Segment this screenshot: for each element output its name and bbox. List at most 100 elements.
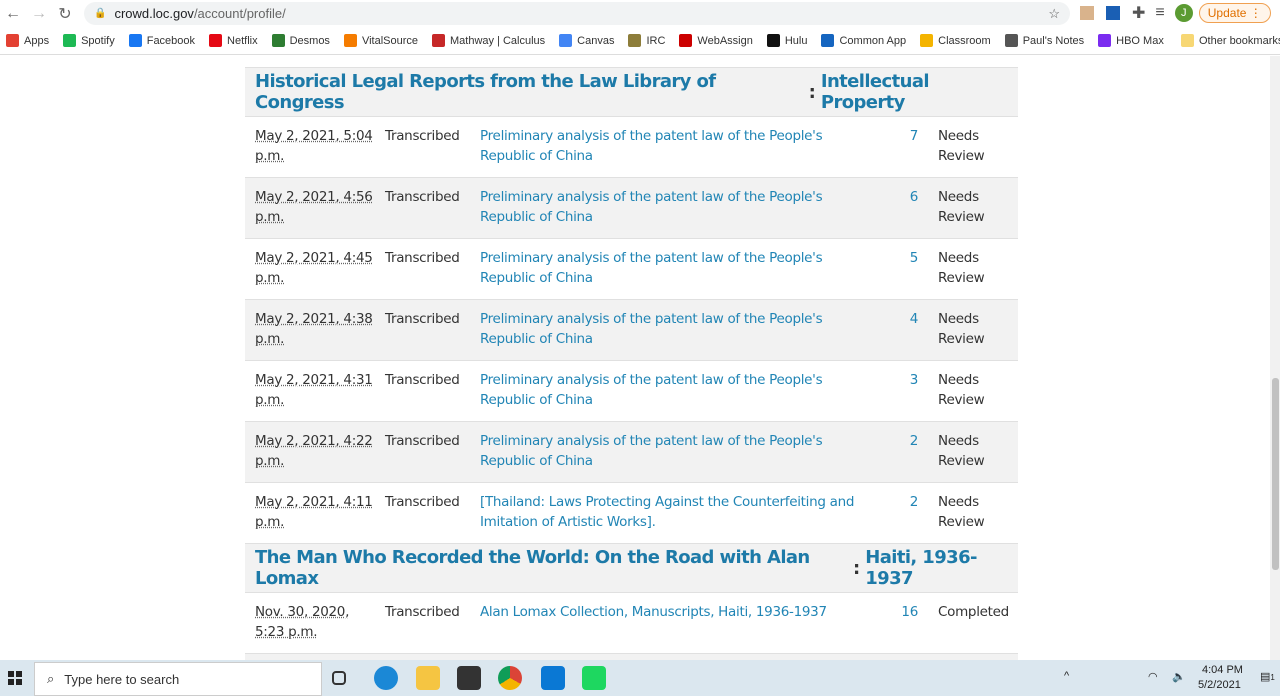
bookmark-label: Canvas bbox=[577, 34, 615, 47]
chevron-up-icon[interactable]: ^ bbox=[1064, 670, 1069, 682]
bookmark-icon bbox=[128, 34, 142, 47]
asset-number-link[interactable]: 3 bbox=[910, 370, 919, 390]
row-date: May 2, 2021, 4:38 p.m. bbox=[255, 311, 373, 347]
bookmark-icon bbox=[63, 34, 77, 47]
scrollbar[interactable] bbox=[1270, 56, 1280, 660]
bookmark-canvas[interactable]: Canvas bbox=[559, 34, 614, 47]
bookmark-hbo-max[interactable]: HBO Max bbox=[1098, 34, 1164, 47]
spotify-app-icon[interactable] bbox=[582, 666, 606, 690]
project-link[interactable]: Haiti, 1936-1937 bbox=[865, 547, 1018, 589]
row-action: Transcribed bbox=[385, 128, 460, 144]
page-content: Historical Legal Reports from the Law Li… bbox=[0, 56, 1270, 660]
taskbar-search-input[interactable]: ⌕ Type here to search bbox=[34, 662, 322, 696]
bookmark-icon bbox=[209, 34, 223, 47]
bookmark-webassign[interactable]: WebAssign bbox=[679, 34, 753, 47]
bookmark-desmos[interactable]: Desmos bbox=[271, 34, 330, 47]
scrollbar-thumb[interactable] bbox=[1272, 378, 1279, 570]
bookmark-label: IRC bbox=[646, 34, 666, 47]
bookmark-classroom[interactable]: Classroom bbox=[920, 34, 991, 47]
star-icon[interactable]: ☆ bbox=[1048, 6, 1060, 22]
bookmarks-bar: Apps Spotify Facebook Netflix Desmos VitalSou… bbox=[0, 27, 1280, 55]
reload-icon[interactable]: ↻ bbox=[52, 4, 78, 24]
bookmark-netflix[interactable]: Netflix bbox=[209, 34, 258, 47]
bookmark-apps[interactable]: Apps bbox=[6, 34, 49, 47]
other-bookmarks[interactable]: Other bookmarks bbox=[1181, 34, 1280, 47]
item-link[interactable]: Alan Lomax Collection, Manuscripts, Hait… bbox=[480, 602, 860, 622]
row-action: Transcribed bbox=[385, 494, 460, 510]
item-link[interactable]: Preliminary analysis of the patent law o… bbox=[480, 431, 860, 471]
item-link[interactable]: [Thailand: Laws Protecting Against the C… bbox=[480, 492, 860, 532]
windows-start-icon[interactable] bbox=[8, 671, 22, 685]
mail-icon[interactable] bbox=[541, 666, 565, 690]
edge-icon[interactable] bbox=[374, 666, 398, 690]
row-date: May 2, 2021, 4:11 p.m. bbox=[255, 494, 373, 530]
asset-number-link[interactable]: 4 bbox=[910, 309, 919, 329]
asset-number-link[interactable]: 5 bbox=[910, 248, 919, 268]
url-host: crowd.loc.gov bbox=[114, 6, 194, 21]
bookmark-paul-s-notes[interactable]: Paul's Notes bbox=[1004, 34, 1084, 47]
item-link[interactable]: Preliminary analysis of the patent law o… bbox=[480, 187, 860, 227]
group-header: The Man Who Recorded the World: On the R… bbox=[245, 543, 1018, 592]
bookmark-icon bbox=[821, 34, 835, 47]
puzzle-icon[interactable]: ✚ bbox=[1132, 3, 1145, 23]
media-icon[interactable]: ≡ bbox=[1155, 4, 1164, 22]
forward-icon[interactable]: → bbox=[26, 5, 52, 23]
asset-number-link[interactable]: 2 bbox=[910, 431, 919, 451]
address-bar[interactable]: 🔒 crowd.loc.gov/account/profile/ ☆ bbox=[84, 2, 1070, 25]
bookmark-icon bbox=[271, 34, 285, 47]
asset-number-link[interactable]: 2 bbox=[910, 492, 919, 512]
row-action: Transcribed bbox=[385, 433, 460, 449]
notifications-icon[interactable]: ▤1 bbox=[1260, 670, 1275, 683]
table-row: May 2, 2021, 4:31 p.m. Transcribed Preli… bbox=[245, 360, 1018, 421]
extension-icon[interactable] bbox=[1106, 6, 1120, 20]
file-explorer-icon[interactable] bbox=[416, 666, 440, 690]
campaign-link[interactable]: Historical Legal Reports from the Law Li… bbox=[255, 71, 809, 113]
bookmark-label: Spotify bbox=[81, 34, 115, 47]
bookmark-label: Facebook bbox=[146, 34, 196, 47]
back-icon[interactable]: ← bbox=[0, 5, 26, 23]
project-link[interactable]: Intellectual Property bbox=[821, 71, 1018, 113]
bookmark-label: Mathway | Calculus bbox=[450, 34, 546, 47]
bookmark-hulu[interactable]: Hulu bbox=[766, 34, 807, 47]
clock-date[interactable]: 5/2/2021 bbox=[1198, 679, 1241, 691]
chrome-icon[interactable] bbox=[498, 666, 522, 690]
taskbar: ⌕ Type here to search ^ ◠ 🔈 4:04 PM 5/2/2… bbox=[0, 660, 1280, 696]
row-date: May 2, 2021, 4:22 p.m. bbox=[255, 433, 373, 469]
row-action: Transcribed bbox=[385, 311, 460, 327]
asset-number-link[interactable]: 6 bbox=[910, 187, 919, 207]
row-date: May 2, 2021, 4:31 p.m. bbox=[255, 372, 373, 408]
task-view-icon[interactable] bbox=[332, 671, 346, 685]
row-date: May 2, 2021, 4:56 p.m. bbox=[255, 189, 373, 225]
table-row: May 2, 2021, 5:04 p.m. Transcribed Preli… bbox=[245, 116, 1018, 177]
bookmark-irc[interactable]: IRC bbox=[628, 34, 665, 47]
row-status: Completed bbox=[938, 604, 1009, 620]
item-link[interactable]: Preliminary analysis of the patent law o… bbox=[480, 309, 860, 349]
bookmark-label: Classroom bbox=[938, 34, 991, 47]
bookmark-common-app[interactable]: Common App bbox=[821, 34, 906, 47]
campaign-link[interactable]: The Man Who Recorded the World: On the R… bbox=[255, 547, 853, 589]
row-date: May 2, 2021, 5:04 p.m. bbox=[255, 128, 373, 164]
item-link[interactable]: Preliminary analysis of the patent law o… bbox=[480, 126, 860, 166]
extension-icon[interactable] bbox=[1080, 6, 1094, 20]
volume-icon[interactable]: 🔈 bbox=[1172, 670, 1186, 683]
item-link[interactable]: Preliminary analysis of the patent law o… bbox=[480, 248, 860, 288]
bookmark-icon bbox=[343, 34, 357, 47]
store-icon[interactable] bbox=[457, 666, 481, 690]
bookmark-label: HBO Max bbox=[1116, 34, 1164, 47]
item-link[interactable]: Preliminary analysis of the patent law o… bbox=[480, 370, 860, 410]
bookmark-facebook[interactable]: Facebook bbox=[128, 34, 196, 47]
asset-number-link[interactable]: 16 bbox=[901, 602, 918, 622]
bookmark-vitalsource[interactable]: VitalSource bbox=[343, 34, 418, 47]
update-button[interactable]: Update ⋮ bbox=[1198, 3, 1271, 23]
asset-number-link[interactable]: 7 bbox=[910, 126, 919, 146]
bookmark-icon bbox=[1098, 34, 1112, 47]
clock-time[interactable]: 4:04 PM bbox=[1202, 664, 1243, 676]
bookmark-icon bbox=[628, 34, 642, 47]
wifi-icon[interactable]: ◠ bbox=[1148, 670, 1158, 683]
search-icon: ⌕ bbox=[47, 671, 55, 686]
bookmark-mathway-calculus[interactable]: Mathway | Calculus bbox=[432, 34, 545, 47]
table-row: May 2, 2021, 4:38 p.m. Transcribed Preli… bbox=[245, 299, 1018, 360]
bookmark-icon bbox=[920, 34, 934, 47]
avatar[interactable]: J bbox=[1174, 4, 1193, 22]
bookmark-spotify[interactable]: Spotify bbox=[63, 34, 115, 47]
